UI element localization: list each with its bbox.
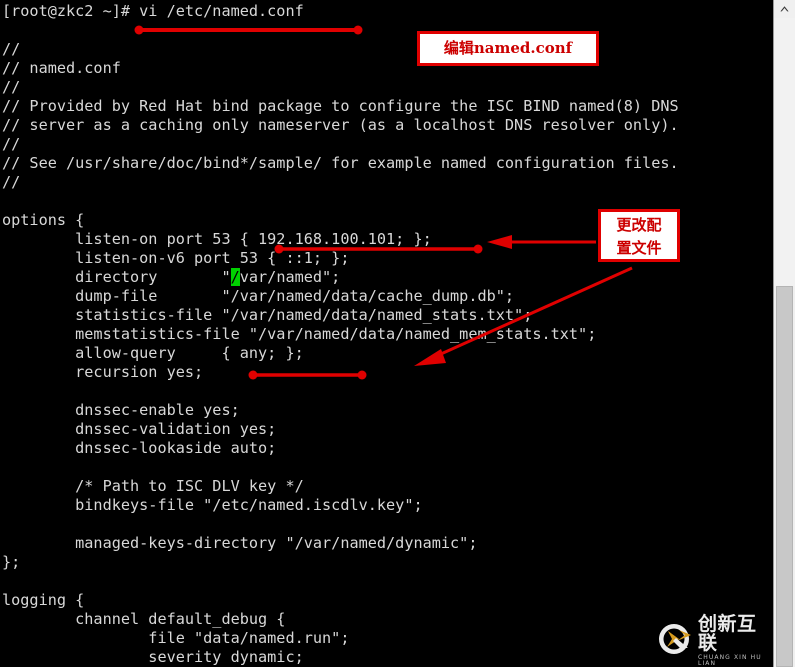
terminal-line: allow-query { any; }; [2, 344, 304, 362]
scroll-up-button[interactable] [774, 0, 795, 18]
cx-logo-icon [655, 622, 693, 660]
terminal-window[interactable]: [root@zkc2 ~]# vi /etc/named.conf//// na… [0, 0, 773, 667]
terminal-line: statistics-file "/var/named/data/named_s… [2, 306, 533, 324]
terminal-line: // server as a caching only nameserver (… [2, 116, 679, 134]
chevron-up-icon [779, 5, 790, 13]
annotation-callout-modify-config: 更改配 置文件 [598, 209, 680, 262]
terminal-line: dnssec-lookaside auto; [2, 439, 277, 457]
terminal-line: recursion yes; [2, 363, 204, 381]
terminal-line: // [2, 40, 21, 58]
annotation-callout-2-line2: 置文件 [616, 239, 662, 257]
scrollbar-thumb[interactable] [776, 286, 793, 667]
annotation-callout-1-text: 编辑named.conf [443, 39, 573, 57]
annotation-callout-2-line1: 更改配 [616, 216, 662, 234]
watermark: 创新互联 CHUANG XIN HU LIAN [655, 615, 775, 667]
terminal-line: directory "/var/named"; [2, 268, 341, 286]
terminal-line: // [2, 78, 21, 96]
terminal-line: // [2, 135, 21, 153]
vertical-scrollbar[interactable] [773, 0, 795, 667]
watermark-en: CHUANG XIN HU LIAN [698, 654, 762, 667]
terminal-line: // See /usr/share/doc/bind*/sample/ for … [2, 154, 679, 172]
terminal-cursor: / [230, 268, 240, 286]
annotation-callout-edit-named-conf: 编辑named.conf [417, 31, 599, 66]
terminal-line: // named.conf [2, 59, 121, 77]
terminal-line: dnssec-enable yes; [2, 401, 240, 419]
terminal-line: managed-keys-directory "/var/named/dynam… [2, 534, 478, 552]
watermark-text: 创新互联 CHUANG XIN HU LIAN [698, 615, 775, 667]
terminal-line: dump-file "/var/named/data/cache_dump.db… [2, 287, 515, 305]
scrollbar-track[interactable] [774, 18, 795, 286]
watermark-cn: 创新互联 [698, 613, 757, 654]
terminal-line: // Provided by Red Hat bind package to c… [2, 97, 679, 115]
terminal-line: dnssec-validation yes; [2, 420, 277, 438]
terminal-line: memstatistics-file "/var/named/data/name… [2, 325, 597, 343]
terminal-line: logging { [2, 591, 85, 609]
terminal-line: [root@zkc2 ~]# vi /etc/named.conf [2, 2, 304, 20]
terminal-line: // [2, 173, 21, 191]
terminal-line: /* Path to ISC DLV key */ [2, 477, 304, 495]
terminal-line: bindkeys-file "/etc/named.iscdlv.key"; [2, 496, 423, 514]
terminal-line: }; [2, 553, 21, 571]
terminal-text-area[interactable]: [root@zkc2 ~]# vi /etc/named.conf//// na… [2, 2, 773, 667]
